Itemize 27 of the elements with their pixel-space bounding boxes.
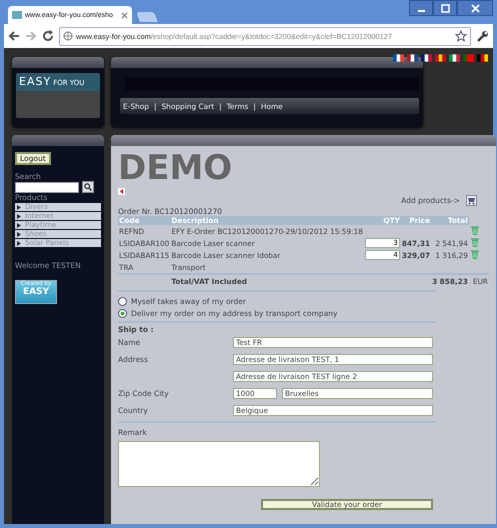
globe-icon [63,31,73,41]
search-field[interactable] [15,182,79,192]
radio-button[interactable] [118,296,127,306]
language-flag-icon[interactable] [434,54,446,62]
back-icon[interactable] [8,30,20,42]
reload-icon[interactable] [42,30,54,42]
wrench-icon[interactable] [476,30,489,42]
star-icon[interactable] [455,30,467,42]
close-icon [470,4,480,12]
cart-icon[interactable] [466,195,477,206]
site-favicon-icon [12,11,22,19]
language-flag-icon[interactable] [448,54,460,62]
search-button[interactable] [82,181,94,193]
radio-button[interactable] [118,308,127,318]
language-flag-icon[interactable] [406,54,418,62]
close-button[interactable] [457,0,493,16]
minimize-button[interactable] [409,0,433,16]
minimize-icon [418,10,424,12]
remark-field[interactable] [118,441,320,487]
language-flag-icon[interactable] [392,54,404,62]
maximize-icon [440,4,450,12]
language-flag-icon[interactable] [420,54,432,62]
page-title: DEMO [118,150,234,186]
back-arrow-icon[interactable] [118,188,125,195]
language-flag-icon[interactable] [476,54,488,62]
maximize-button[interactable] [433,0,457,16]
close-icon[interactable] [121,12,128,18]
